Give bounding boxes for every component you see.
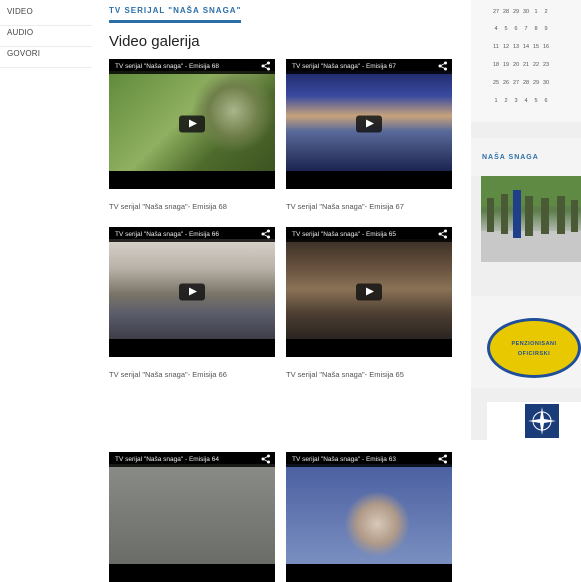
calendar-day[interactable]: 3 xyxy=(511,98,521,104)
section-label[interactable]: TV SERIJAL "NAŠA SNAGA" xyxy=(109,0,242,23)
calendar-day[interactable]: 28 xyxy=(521,80,531,86)
calendar-day[interactable]: 1 xyxy=(531,9,541,15)
calendar-week-row: 456789 xyxy=(491,26,551,32)
emblem-text-line1: PENZIONISANI xyxy=(511,341,557,347)
video-card: TV serijal "Naša snaga" - Emisija 68 TV … xyxy=(109,59,275,211)
share-icon[interactable] xyxy=(261,229,271,239)
calendar-day[interactable]: 9 xyxy=(541,26,551,32)
calendar-day[interactable]: 12 xyxy=(501,44,511,50)
calendar-week-row: 27 28 29 30 1 2 xyxy=(491,9,551,15)
video-caption[interactable]: TV serijal "Naša snaga"- Emisija 65 xyxy=(286,370,452,379)
video-thumbnail xyxy=(286,464,452,564)
nav-item-audio[interactable]: AUDIO xyxy=(0,26,92,47)
left-nav: VIDEO AUDIO GOVORI xyxy=(0,0,92,68)
calendar-day[interactable]: 22 xyxy=(531,62,541,68)
calendar-day[interactable]: 6 xyxy=(511,26,521,32)
video-player[interactable]: TV serijal "Naša snaga" - Emisija 68 xyxy=(109,59,275,189)
video-player[interactable]: TV serijal "Naša snaga" - Emisija 64 xyxy=(109,452,275,582)
video-player[interactable]: TV serijal "Naša snaga" - Emisija 65 xyxy=(286,227,452,357)
video-title-bar: TV serijal "Naša snaga" - Emisija 65 xyxy=(286,227,452,242)
calendar-day[interactable]: 30 xyxy=(521,9,531,15)
calendar-day[interactable]: 1 xyxy=(491,98,501,104)
video-card: TV serijal "Naša snaga" - Emisija 67 TV … xyxy=(286,59,452,211)
play-button[interactable] xyxy=(356,115,382,133)
calendar-day[interactable]: 29 xyxy=(511,9,521,15)
calendar-day[interactable]: 2 xyxy=(501,98,511,104)
calendar-day[interactable]: 8 xyxy=(531,26,541,32)
calendar-widget: 27 28 29 30 1 2 456789 11 12 13 14 15 16 18 19 20 21 2… xyxy=(471,0,581,122)
calendar-day[interactable]: 18 xyxy=(491,62,501,68)
calendar-day[interactable]: 29 xyxy=(531,80,541,86)
calendar-day[interactable]: 25 xyxy=(491,80,501,86)
share-icon[interactable] xyxy=(438,454,448,464)
video-player[interactable]: TV serijal "Naša snaga" - Emisija 66 xyxy=(109,227,275,357)
video-title-bar: TV serijal "Naša snaga" - Emisija 63 xyxy=(286,452,452,467)
share-icon[interactable] xyxy=(261,61,271,71)
calendar-day[interactable]: 11 xyxy=(491,44,501,50)
video-player[interactable]: TV serijal "Naša snaga" - Emisija 63 xyxy=(286,452,452,582)
page-title: Video galerija xyxy=(109,33,200,50)
calendar-day[interactable]: 26 xyxy=(501,80,511,86)
calendar-day[interactable]: 28 xyxy=(501,9,511,15)
video-card: TV serijal "Naša snaga" - Emisija 63 xyxy=(286,452,452,582)
soldiers-march-picture xyxy=(481,176,581,262)
calendar-day[interactable]: 13 xyxy=(511,44,521,50)
video-player[interactable]: TV serijal "Naša snaga" - Emisija 67 xyxy=(286,59,452,189)
video-thumbnail xyxy=(109,464,275,564)
calendar-day[interactable]: 16 xyxy=(541,44,551,50)
play-button[interactable] xyxy=(179,115,205,133)
calendar-day[interactable]: 4 xyxy=(491,26,501,32)
nasa-snaga-header: NAŠA SNAGA xyxy=(471,138,581,176)
calendar-day[interactable]: 4 xyxy=(521,98,531,104)
calendar-day[interactable]: 21 xyxy=(521,62,531,68)
calendar-day[interactable]: 6 xyxy=(541,98,551,104)
video-title-bar: TV serijal "Naša snaga" - Emisija 68 xyxy=(109,59,275,74)
nasa-snaga-label[interactable]: NAŠA SNAGA xyxy=(482,154,539,161)
calendar-day[interactable]: 23 xyxy=(541,62,551,68)
calendar-day[interactable]: 27 xyxy=(511,80,521,86)
play-button[interactable] xyxy=(356,283,382,301)
play-button[interactable] xyxy=(179,283,205,301)
share-icon[interactable] xyxy=(438,229,448,239)
calendar-day[interactable]: 19 xyxy=(501,62,511,68)
calendar-week-row: 123456 xyxy=(491,98,551,104)
calendar-day[interactable]: 7 xyxy=(521,26,531,32)
veterans-emblem-logo[interactable]: PENZIONISANI OFICIRSKI xyxy=(487,318,581,378)
video-card: TV serijal "Naša snaga" - Emisija 65 TV … xyxy=(286,227,452,379)
calendar-week-row: 25 26 27 28 29 30 xyxy=(491,80,551,86)
calendar-day[interactable]: 15 xyxy=(531,44,541,50)
calendar-day[interactable]: 14 xyxy=(521,44,531,50)
nav-item-video[interactable]: VIDEO xyxy=(0,0,92,26)
calendar-day[interactable]: 2 xyxy=(541,9,551,15)
calendar-week-row: 11 12 13 14 15 16 xyxy=(491,44,551,50)
nasa-snaga-image[interactable] xyxy=(481,176,581,262)
calendar-day[interactable]: 30 xyxy=(541,80,551,86)
video-caption[interactable]: TV serijal "Naša snaga"- Emisija 68 xyxy=(109,202,275,211)
emblem-text-line2: OFICIRSKI xyxy=(517,351,551,357)
main-content: TV SERIJAL "NAŠA SNAGA" Video galerija T… xyxy=(109,0,454,582)
partner-logo-box: PENZIONISANI OFICIRSKI xyxy=(471,296,581,388)
video-caption[interactable]: TV serijal "Naša snaga"- Emisija 66 xyxy=(109,370,275,379)
video-title-bar: TV serijal "Naša snaga" - Emisija 66 xyxy=(109,227,275,242)
right-sidebar: 27 28 29 30 1 2 456789 11 12 13 14 15 16 18 19 20 21 2… xyxy=(471,0,581,440)
compass-star-icon xyxy=(528,407,556,435)
calendar-week-row: 18 19 20 21 22 23 xyxy=(491,62,551,68)
video-card: TV serijal "Naša snaga" - Emisija 64 xyxy=(109,452,275,582)
calendar-day[interactable]: 27 xyxy=(491,9,501,15)
calendar-day[interactable]: 5 xyxy=(531,98,541,104)
nato-logo[interactable] xyxy=(525,404,559,438)
share-icon[interactable] xyxy=(438,61,448,71)
video-caption[interactable]: TV serijal "Naša snaga"- Emisija 67 xyxy=(286,202,452,211)
calendar-day[interactable]: 5 xyxy=(501,26,511,32)
share-icon[interactable] xyxy=(261,454,271,464)
calendar-day[interactable]: 20 xyxy=(511,62,521,68)
video-card: TV serijal "Naša snaga" - Emisija 66 TV … xyxy=(109,227,275,379)
nav-item-govori[interactable]: GOVORI xyxy=(0,47,92,68)
video-title-bar: TV serijal "Naša snaga" - Emisija 67 xyxy=(286,59,452,74)
nato-logo-box xyxy=(487,402,581,440)
video-title-bar: TV serijal "Naša snaga" - Emisija 64 xyxy=(109,452,275,467)
